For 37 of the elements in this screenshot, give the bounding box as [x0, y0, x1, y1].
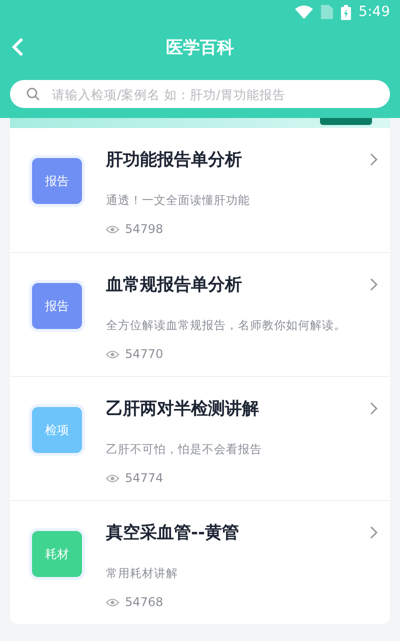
article-title: 乙肝两对半检测讲解: [106, 398, 259, 420]
category-tag: 报告: [32, 158, 82, 204]
view-count: 54770: [125, 347, 164, 361]
search-field[interactable]: 请输入检项/案例名 如：肝功/胃功能报告: [10, 80, 390, 108]
chevron-right-icon: [370, 153, 378, 166]
search-icon: [26, 87, 40, 101]
status-time: 5:49: [358, 4, 390, 20]
wifi-icon: [294, 5, 313, 19]
view-count: 54774: [125, 471, 164, 485]
battery-icon: [340, 4, 351, 20]
article-title: 肝功能报告单分析: [106, 149, 242, 171]
eye-icon: [106, 474, 119, 482]
eye-icon: [106, 598, 119, 606]
article-item[interactable]: 报告 肝功能报告单分析 通透！一文全面读懂肝功能 54798: [10, 128, 390, 252]
article-summary: 常用耗材讲解: [106, 566, 179, 581]
article-summary: 乙肝不可怕，怕是不会看报告: [106, 442, 263, 457]
chevron-right-icon: [370, 402, 378, 415]
banner-button[interactable]: [320, 118, 372, 125]
article-summary: 全方位解读血常规报告，名师教你如何解读。: [106, 318, 347, 333]
article-title: 真空采血管--黄管: [106, 522, 240, 544]
article-summary: 通透！一文全面读懂肝功能: [106, 193, 251, 208]
category-tag: 耗材: [32, 531, 82, 577]
no-sim-icon: [320, 5, 333, 19]
article-item[interactable]: 检项 乙肝两对半检测讲解 乙肝不可怕，怕是不会看报告 54774: [10, 376, 390, 500]
eye-icon: [106, 224, 119, 234]
category-tag: 检项: [32, 407, 82, 453]
chevron-left-icon: [11, 37, 25, 57]
category-tag: 报告: [32, 283, 82, 329]
article-item[interactable]: 报告 血常规报告单分析 全方位解读血常规报告，名师教你如何解读。 54770: [10, 252, 390, 376]
article-title: 血常规报告单分析: [106, 274, 242, 296]
page-title: 医学百科: [166, 36, 234, 58]
view-count: 54798: [125, 222, 164, 236]
view-count: 54768: [125, 595, 164, 609]
eye-icon: [106, 350, 119, 358]
chevron-right-icon: [370, 526, 378, 539]
article-item[interactable]: 耗材 真空采血管--黄管 常用耗材讲解 54768: [10, 500, 390, 624]
chevron-right-icon: [370, 278, 378, 291]
